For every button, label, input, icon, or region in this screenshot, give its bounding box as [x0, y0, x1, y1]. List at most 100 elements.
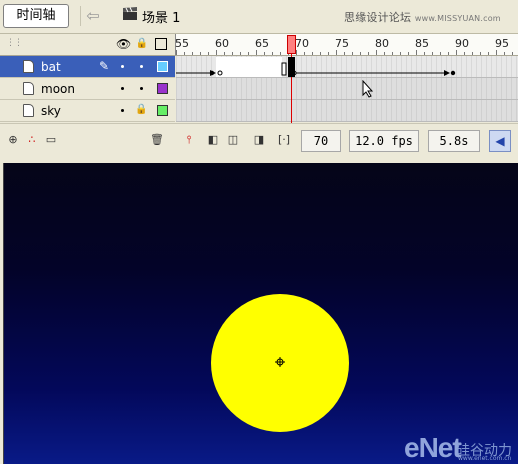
ruler-tick [392, 52, 393, 55]
frame-rate-field[interactable]: 12.0 fps [349, 130, 419, 152]
ruler-label: 65 [255, 37, 269, 50]
lock-dot[interactable] [140, 65, 143, 68]
ruler-tick [320, 52, 321, 55]
empty-keyframe[interactable] [217, 70, 223, 76]
frames-row-sky[interactable] [176, 100, 518, 122]
ruler-tick [312, 52, 313, 55]
layer-name: moon [41, 82, 75, 96]
layer-color-swatch[interactable] [157, 105, 168, 116]
ruler-tick [456, 50, 457, 55]
drag-handle-icon[interactable]: ⋮⋮ [6, 38, 23, 48]
ruler-label: 60 [215, 37, 229, 50]
onion-skin-outline-icon[interactable]: ◫ [226, 133, 240, 147]
scroll-left-button[interactable]: ◀ [489, 130, 511, 152]
lock-icon[interactable]: 🔒 [135, 37, 149, 51]
ruler-tick [192, 52, 193, 55]
ruler-tick [264, 52, 265, 55]
ruler-tick [384, 52, 385, 55]
ruler-tick [224, 52, 225, 55]
ruler-label: 75 [335, 37, 349, 50]
ruler-tick [424, 52, 425, 55]
ruler-tick [208, 52, 209, 55]
layer-icon [23, 60, 34, 73]
ruler-tick [416, 50, 417, 55]
layer-name: bat [41, 60, 61, 74]
layer-row-moon[interactable]: moon [0, 78, 175, 100]
ruler-tick [240, 52, 241, 55]
ruler-tick [336, 50, 337, 55]
ruler-tick [352, 52, 353, 55]
playhead-handle[interactable] [287, 35, 296, 54]
enet-url: www.enet.com.cn [458, 455, 512, 462]
lock-dot[interactable] [140, 87, 143, 90]
keyframe-dot[interactable] [209, 70, 215, 76]
ruler-tick [216, 50, 217, 55]
ruler-tick [256, 50, 257, 55]
layer-icon [23, 82, 34, 95]
ruler-tick [296, 50, 297, 55]
ruler-tick [440, 52, 441, 55]
add-guide-layer-icon[interactable]: ∴ [25, 133, 39, 147]
pencil-icon: ✎ [99, 59, 110, 73]
clapperboard-icon [123, 7, 137, 20]
ruler-label: 85 [415, 37, 429, 50]
ruler-tick [408, 52, 409, 55]
outline-icon[interactable] [155, 38, 167, 50]
visibility-dot[interactable] [121, 87, 124, 90]
ruler-tick [376, 50, 377, 55]
timeline-button[interactable]: 时间轴 [3, 4, 69, 28]
watermark: 思缘设计论坛 www.MISSYUAN.com [344, 11, 501, 24]
registration-point-icon [275, 357, 285, 367]
ruler-tick [480, 52, 481, 55]
back-arrow-icon[interactable]: ⇦ [80, 6, 105, 26]
current-keyframe[interactable] [288, 57, 295, 77]
ruler-tick [400, 52, 401, 55]
ruler-tick [368, 52, 369, 55]
ruler-tick [496, 50, 497, 55]
layer-name: sky [41, 104, 61, 118]
onion-skin-icon[interactable]: ◧ [206, 133, 220, 147]
layer-color-swatch[interactable] [157, 83, 168, 94]
ruler-tick [200, 52, 201, 55]
ruler-tick [448, 52, 449, 55]
current-frame-field: 70 [301, 130, 341, 152]
ruler-tick [184, 52, 185, 55]
ruler-tick [344, 52, 345, 55]
ruler-tick [360, 52, 361, 55]
ruler-label: 55 [175, 37, 189, 50]
layer-row-sky[interactable]: sky 🔒 [0, 100, 175, 122]
ruler-label: 80 [375, 37, 389, 50]
frame-end-marker [281, 62, 287, 76]
edit-multiple-frames-icon[interactable]: ◨ [252, 133, 266, 147]
lock-icon[interactable]: 🔒 [135, 104, 147, 115]
visibility-dot[interactable] [121, 109, 124, 112]
enet-logo: eNet [404, 432, 462, 463]
frames-row-moon[interactable] [176, 78, 518, 100]
ruler-tick [432, 52, 433, 55]
bat-tween-graphics [176, 57, 456, 77]
layer-color-swatch[interactable] [157, 61, 168, 72]
stage-border [0, 163, 3, 464]
ruler-tick [232, 52, 233, 55]
trash-icon[interactable]: 🗑 [150, 133, 164, 147]
add-layer-icon[interactable]: ⊕ [6, 133, 20, 147]
ruler-tick [464, 52, 465, 55]
center-frame-icon[interactable]: ⫯ [182, 133, 196, 147]
scene-label: 场景 1 [142, 11, 181, 26]
ruler-tick [488, 52, 489, 55]
keyframe-dot[interactable] [450, 70, 456, 76]
layer-icon [23, 104, 34, 117]
ruler-label: 70 [295, 37, 309, 50]
add-folder-icon[interactable]: ▭ [44, 133, 58, 147]
ruler-label: 90 [455, 37, 469, 50]
eye-icon[interactable]: 👁 [116, 37, 131, 51]
layer-row-bat[interactable]: bat ✎ [0, 56, 175, 78]
frame-ruler[interactable]: 55 60 65 70 75 80 85 90 95 [175, 34, 518, 55]
modify-onion-markers-icon[interactable]: [·] [277, 133, 291, 147]
elapsed-time-field: 5.8s [428, 130, 480, 152]
ruler-label: 95 [495, 37, 509, 50]
ruler-tick [512, 52, 513, 55]
visibility-dot[interactable] [121, 65, 124, 68]
ruler-tick [472, 52, 473, 55]
ruler-tick [280, 52, 281, 55]
